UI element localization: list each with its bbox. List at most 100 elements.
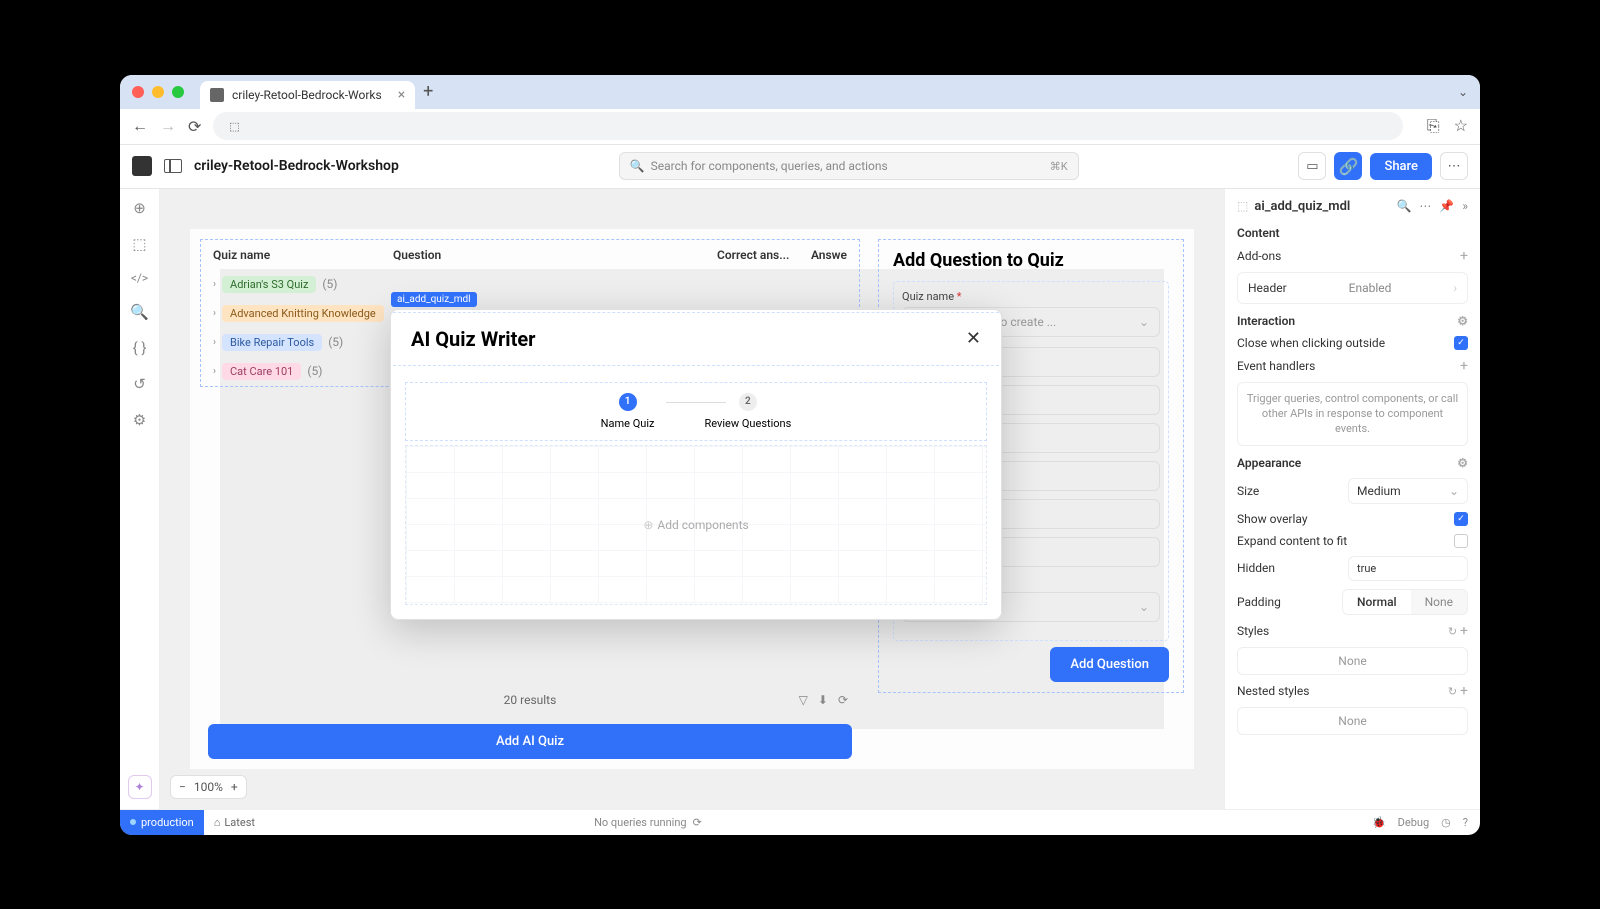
size-label: Size <box>1237 484 1259 498</box>
pin-icon[interactable]: 📌 <box>1439 199 1454 213</box>
add-question-title: Add Question to Quiz <box>893 250 1169 271</box>
share-button[interactable]: Share <box>1370 153 1432 180</box>
column-header-correct[interactable]: Correct ans... <box>717 248 797 262</box>
add-event-handler-icon[interactable]: + <box>1460 358 1468 374</box>
add-question-button[interactable]: Add Question <box>1050 647 1169 682</box>
settings-icon[interactable]: ⚙ <box>133 411 146 429</box>
quiz-pill: Bike Repair Tools <box>222 334 322 351</box>
step-label: Review Questions <box>704 417 791 430</box>
add-ai-quiz-button[interactable]: Add AI Quiz <box>208 724 852 759</box>
close-icon[interactable]: ✕ <box>966 328 981 349</box>
zoom-in-icon[interactable]: + <box>231 780 238 794</box>
close-outside-toggle[interactable]: ✓ <box>1454 336 1468 350</box>
empty-drop-area[interactable]: ⊕ Add components <box>405 445 987 605</box>
browser-tab[interactable]: criley-Retool-Bedrock-Works × <box>200 81 415 109</box>
add-nested-style-icon[interactable]: + <box>1460 683 1468 699</box>
padding-none-option[interactable]: None <box>1411 590 1467 614</box>
results-count: 20 results <box>504 693 557 707</box>
chevron-right-icon[interactable]: › <box>213 337 216 348</box>
debug-label[interactable]: Debug <box>1398 816 1429 829</box>
hidden-input[interactable]: true <box>1348 556 1468 581</box>
column-header-quiz-name[interactable]: Quiz name <box>213 248 393 262</box>
close-tab-icon[interactable]: × <box>398 87 405 103</box>
new-tab-button[interactable]: + <box>423 81 433 102</box>
padding-normal-option[interactable]: Normal <box>1343 590 1411 614</box>
back-icon[interactable]: ← <box>132 116 148 136</box>
reset-nested-icon[interactable]: ↻ <box>1448 685 1457 698</box>
forward-icon[interactable]: → <box>160 116 176 136</box>
addons-label: Add-ons <box>1237 249 1281 263</box>
quiz-name-label: Quiz name <box>902 290 954 303</box>
gear-icon[interactable]: ⚙ <box>1457 314 1468 328</box>
table-row[interactable]: › Adrian's S3 Quiz (5) <box>201 270 859 299</box>
chevron-right-icon[interactable]: › <box>213 279 216 290</box>
retool-logo-icon[interactable] <box>132 156 152 176</box>
add-component-icon[interactable]: ⊕ <box>133 199 146 217</box>
search-placeholder: Search for components, queries, and acti… <box>651 159 888 173</box>
command-search[interactable]: 🔍 Search for components, queries, and ac… <box>619 152 1079 180</box>
interaction-section-title: Interaction <box>1237 314 1295 328</box>
history-icon[interactable]: ↺ <box>133 375 146 393</box>
state-icon[interactable]: { } <box>133 339 147 357</box>
version-latest[interactable]: ⌂ Latest <box>204 816 265 829</box>
size-select[interactable]: Medium ⌄ <box>1348 478 1468 504</box>
step-name-quiz[interactable]: 1 Name Quiz <box>601 393 655 430</box>
appearance-section-title: Appearance <box>1237 456 1301 470</box>
quiz-pill: Adrian's S3 Quiz <box>222 276 316 293</box>
responsive-icon[interactable]: ▭ <box>1298 152 1326 180</box>
chevron-right-icon: › <box>1453 281 1457 295</box>
expand-content-toggle[interactable] <box>1454 534 1468 548</box>
filter-icon[interactable]: ▽ <box>799 693 808 707</box>
close-outside-label: Close when clicking outside <box>1237 336 1385 350</box>
column-header-question[interactable]: Question <box>393 248 717 262</box>
ai-star-icon[interactable]: ✦ <box>128 775 152 799</box>
panel-toggle-icon[interactable] <box>164 159 182 173</box>
reset-styles-icon[interactable]: ↻ <box>1448 625 1457 638</box>
tabs-menu-icon[interactable]: ⌄ <box>1458 85 1468 99</box>
add-style-icon[interactable]: + <box>1460 623 1468 639</box>
refresh-icon[interactable]: ⟳ <box>838 693 848 707</box>
zoom-out-icon[interactable]: − <box>179 780 186 794</box>
close-window-icon[interactable] <box>132 86 144 98</box>
site-settings-icon[interactable]: ⬚ <box>225 117 243 135</box>
chevron-right-icon[interactable]: › <box>213 366 216 377</box>
add-addon-icon[interactable]: + <box>1460 248 1468 264</box>
browser-tabs-bar: criley-Retool-Bedrock-Works × + ⌄ <box>120 75 1480 109</box>
header-addon-row[interactable]: Header Enabled › <box>1237 272 1468 304</box>
download-icon[interactable]: ⬇ <box>818 693 828 707</box>
refresh-queries-icon[interactable]: ⟳ <box>693 816 702 829</box>
component-tree-icon[interactable]: ⬚ <box>132 235 146 253</box>
bookmark-icon[interactable]: ☆ <box>1454 116 1468 136</box>
more-menu-icon[interactable]: ⋯ <box>1440 152 1468 180</box>
size-value: Medium <box>1357 484 1401 498</box>
search-icon[interactable]: 🔍 <box>1396 199 1411 213</box>
app-header: criley-Retool-Bedrock-Workshop 🔍 Search … <box>120 145 1480 189</box>
add-components-placeholder: Add components <box>657 518 748 532</box>
gear-icon[interactable]: ⚙ <box>1457 456 1468 470</box>
inspector-component-name[interactable]: ai_add_quiz_mdl <box>1254 199 1350 214</box>
nested-styles-none[interactable]: None <box>1237 707 1468 735</box>
code-icon[interactable]: </> <box>131 271 148 285</box>
environment-badge[interactable]: production <box>120 810 204 835</box>
maximize-window-icon[interactable] <box>172 86 184 98</box>
search-icon: 🔍 <box>630 159 645 173</box>
minimize-window-icon[interactable] <box>152 86 164 98</box>
overlay-toggle[interactable]: ✓ <box>1454 512 1468 526</box>
step-review-questions[interactable]: 2 Review Questions <box>704 393 791 430</box>
help-icon[interactable]: ? <box>1463 816 1468 829</box>
clipboard-icon[interactable]: ⎘ <box>1427 116 1440 136</box>
chevron-right-icon[interactable]: › <box>213 308 216 319</box>
column-header-answer[interactable]: Answe <box>797 248 847 262</box>
addon-name: Header <box>1248 281 1287 295</box>
ai-quiz-modal: ai_add_quiz_mdl AI Quiz Writer ✕ 1 Name … <box>390 309 1002 620</box>
search-rail-icon[interactable]: 🔍 <box>130 303 149 321</box>
address-bar[interactable]: ⬚ <box>213 112 1402 140</box>
clock-icon[interactable]: ◷ <box>1441 816 1451 829</box>
reload-icon[interactable]: ⟳ <box>188 117 201 136</box>
modal-component-tag[interactable]: ai_add_quiz_mdl <box>391 292 477 307</box>
link-icon[interactable]: 🔗 <box>1334 152 1362 180</box>
styles-none[interactable]: None <box>1237 647 1468 675</box>
chevron-down-icon: ⌄ <box>1139 315 1149 329</box>
expand-icon[interactable]: » <box>1462 199 1468 213</box>
more-icon[interactable]: ⋯ <box>1419 199 1431 213</box>
